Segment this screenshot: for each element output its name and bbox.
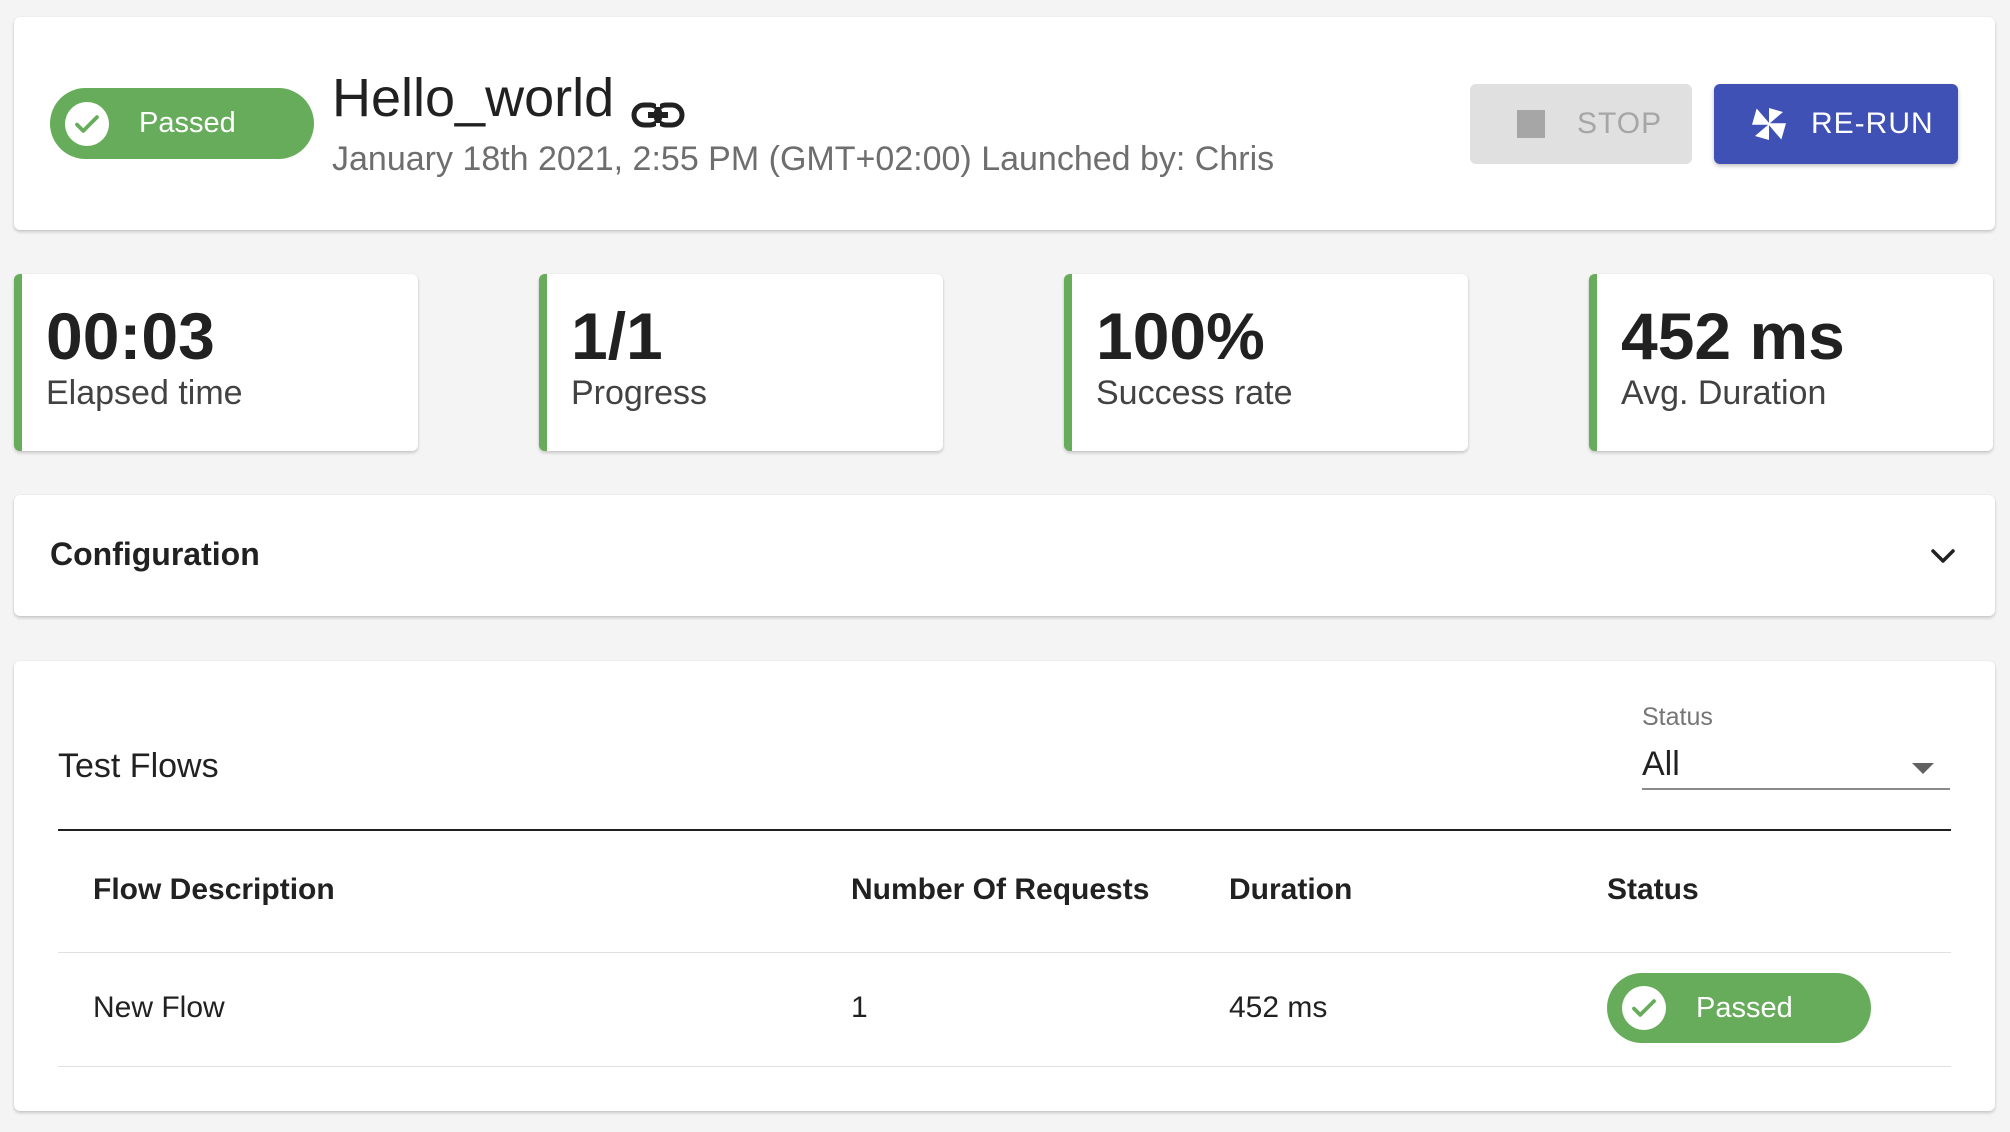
column-header-duration[interactable]: Duration [1229, 873, 1352, 907]
pinwheel-icon [1752, 108, 1786, 140]
run-status-label: Passed [139, 107, 236, 139]
run-header-card: Passed Hello_world January 18th 2021, 2:… [14, 17, 1995, 230]
duration-cell: 452 ms [1229, 991, 1328, 1024]
row-divider [58, 1066, 1951, 1067]
test-flows-title: Test Flows [58, 747, 219, 785]
status-badge: Passed [1607, 973, 1871, 1043]
stop-button-label: STOP [1577, 107, 1663, 140]
test-flows-panel: Test Flows Status All Flow Description N… [14, 661, 1995, 1111]
stat-card-elapsed-time: 00:03 Elapsed time [14, 274, 418, 451]
stop-icon [1517, 110, 1545, 138]
stat-card-avg-duration: 452 ms Avg. Duration [1589, 274, 1993, 451]
stat-value: 1/1 [571, 299, 663, 373]
row-divider [58, 952, 1951, 953]
check-circle-icon [65, 101, 109, 146]
run-title: Hello_world [332, 68, 615, 128]
rerun-button[interactable]: RE-RUN [1714, 84, 1958, 164]
stat-value: 00:03 [46, 299, 215, 373]
column-header-status[interactable]: Status [1607, 873, 1699, 907]
run-status-badge: Passed [50, 88, 314, 159]
stat-card-success-rate: 100% Success rate [1064, 274, 1468, 451]
status-filter-label: Status [1642, 703, 1713, 731]
stat-label: Success rate [1096, 374, 1293, 412]
column-header-number-of-requests[interactable]: Number Of Requests [851, 873, 1149, 907]
stat-label: Elapsed time [46, 374, 243, 412]
rerun-button-label: RE-RUN [1811, 107, 1934, 140]
stat-label: Progress [571, 374, 708, 412]
dropdown-arrow-icon [1912, 763, 1934, 774]
configuration-title: Configuration [50, 536, 260, 572]
stat-value: 100% [1096, 299, 1265, 373]
flow-description-cell: New Flow [93, 991, 225, 1024]
divider [58, 829, 1951, 831]
check-circle-icon [1622, 986, 1666, 1030]
stop-button[interactable]: STOP [1470, 84, 1692, 164]
status-filter-select[interactable]: All [1642, 745, 1950, 790]
stat-value: 452 ms [1621, 299, 1845, 373]
run-meta: January 18th 2021, 2:55 PM (GMT+02:00) L… [332, 140, 1275, 178]
status-badge-label: Passed [1696, 991, 1793, 1024]
requests-cell: 1 [851, 991, 868, 1024]
stat-label: Avg. Duration [1621, 374, 1827, 412]
link-icon[interactable] [630, 97, 686, 133]
stat-card-progress: 1/1 Progress [539, 274, 943, 451]
column-header-flow-description[interactable]: Flow Description [93, 873, 335, 907]
status-filter-value: All [1642, 745, 1680, 783]
configuration-accordion[interactable]: Configuration [14, 495, 1995, 616]
chevron-down-icon[interactable] [1926, 539, 1960, 573]
